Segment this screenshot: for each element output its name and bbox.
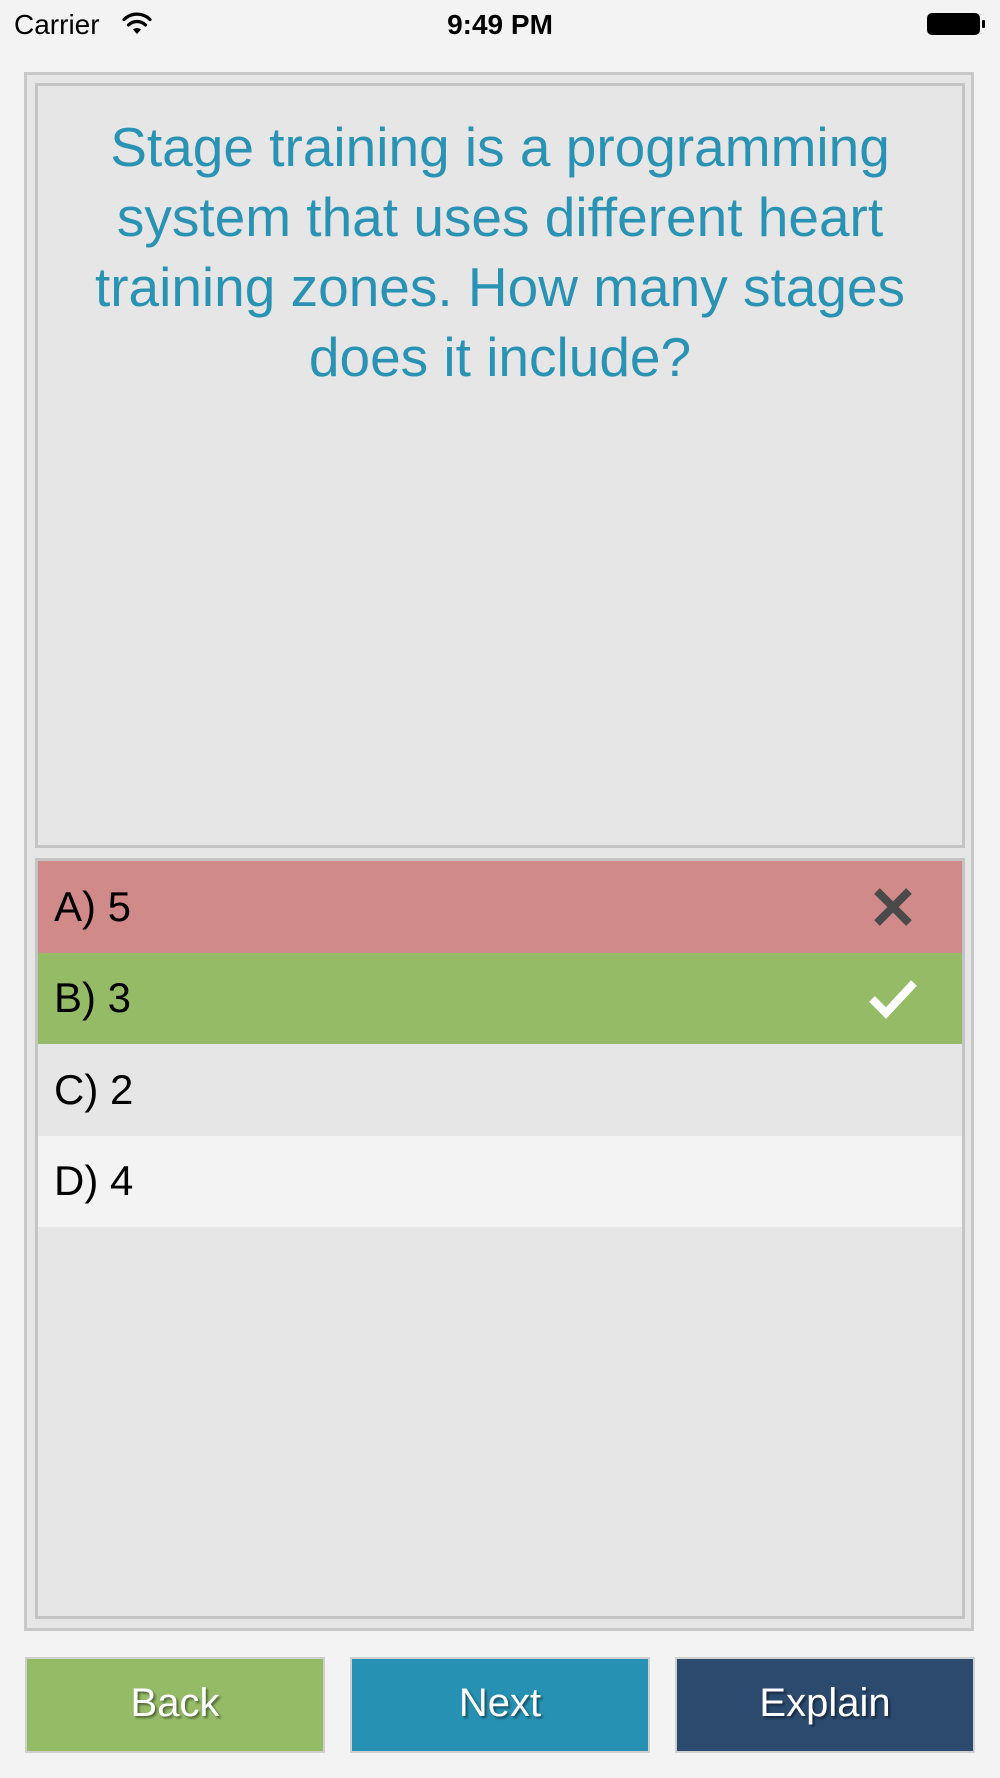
back-button[interactable]: Back bbox=[25, 1657, 325, 1753]
answer-label: C) 2 bbox=[54, 1065, 134, 1113]
question-box: Stage training is a programming system t… bbox=[35, 83, 965, 848]
answer-option-c[interactable]: C) 2 bbox=[38, 1044, 962, 1136]
explain-button[interactable]: Explain bbox=[675, 1657, 975, 1753]
answer-option-d[interactable]: D) 4 bbox=[38, 1135, 962, 1227]
battery-icon bbox=[927, 13, 985, 35]
status-bar: Carrier 9:49 PM bbox=[0, 0, 1000, 50]
answer-label: A) 5 bbox=[54, 882, 132, 930]
answer-label: D) 4 bbox=[54, 1157, 134, 1205]
answer-option-a[interactable]: A) 5 bbox=[38, 861, 962, 953]
next-button[interactable]: Next bbox=[350, 1657, 650, 1753]
answer-label: B) 3 bbox=[54, 974, 132, 1022]
check-icon bbox=[869, 980, 917, 1020]
quiz-panel: Stage training is a programming system t… bbox=[24, 72, 974, 1631]
question-text: Stage training is a programming system t… bbox=[94, 116, 906, 388]
cross-icon bbox=[874, 887, 912, 926]
status-time: 9:49 PM bbox=[447, 9, 553, 40]
answer-option-b[interactable]: B) 3 bbox=[38, 952, 962, 1044]
answer-list: A) 5 B) 3 C) 2 D) 4 bbox=[35, 858, 965, 1619]
